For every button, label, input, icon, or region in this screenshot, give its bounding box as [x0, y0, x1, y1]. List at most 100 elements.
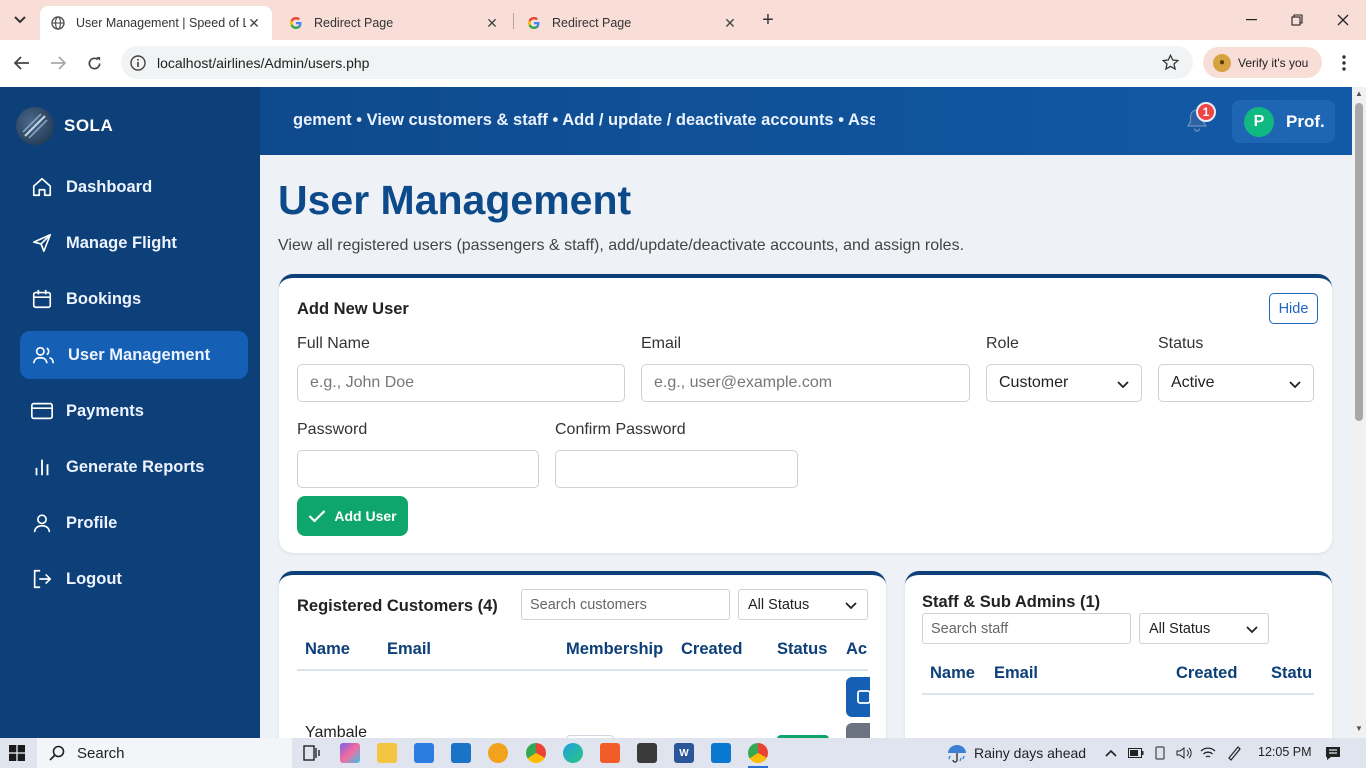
tab-redirect-page-2[interactable]: Redirect Page ✕	[516, 6, 748, 40]
sidebar-item-dashboard[interactable]: Dashboard	[20, 163, 248, 211]
staff-search-input[interactable]: Search staff	[922, 613, 1131, 644]
forward-arrow-icon[interactable]	[46, 51, 70, 75]
customer-status-filter-value: All Status	[748, 596, 810, 613]
add-user-button[interactable]: Add User	[297, 496, 408, 536]
status-select-value: Active	[1171, 374, 1215, 391]
globe-icon	[50, 15, 66, 31]
battery-icon[interactable]	[1128, 745, 1144, 761]
column-header-email[interactable]: Email	[994, 664, 1038, 683]
scroll-up-arrow-icon[interactable]: ▲	[1355, 90, 1363, 98]
status-select[interactable]: Active	[1158, 364, 1314, 402]
column-header-actions[interactable]: Ac	[846, 640, 867, 659]
password-input[interactable]	[297, 450, 539, 488]
page-scrollbar[interactable]: ▲ ▼	[1352, 87, 1366, 738]
staff-heading: Staff & Sub Admins (1)	[922, 593, 1101, 611]
edit-button[interactable]	[846, 677, 871, 717]
profile-menu-button[interactable]: P Prof.	[1232, 100, 1335, 143]
device-icon[interactable]	[1152, 745, 1168, 761]
customer-status-filter[interactable]: All Status	[738, 589, 868, 620]
pen-icon[interactable]	[1226, 745, 1242, 761]
wifi-icon[interactable]	[1200, 745, 1216, 761]
brand-name: SOLA	[64, 116, 114, 135]
user-icon	[30, 511, 54, 535]
weather-text: Rainy days ahead	[974, 745, 1087, 761]
browser-menu-icon[interactable]	[1334, 52, 1354, 74]
media-player-icon[interactable]	[488, 743, 508, 763]
column-header-status[interactable]: Status	[777, 640, 827, 659]
xampp-icon[interactable]	[600, 743, 620, 763]
notification-center-icon[interactable]	[1324, 744, 1342, 762]
column-header-name[interactable]: Name	[305, 640, 350, 659]
secondary-action-button[interactable]	[846, 723, 870, 738]
taskbar-clock[interactable]: 12:05 PM	[1258, 745, 1312, 759]
brand[interactable]: SOLA	[16, 107, 113, 145]
sidebar-item-label: Logout	[66, 569, 122, 588]
chevron-up-icon[interactable]	[1103, 745, 1119, 761]
tab-close-icon[interactable]: ✕	[246, 15, 262, 31]
full-name-label: Full Name	[297, 335, 370, 352]
umbrella-rain-icon	[946, 743, 968, 763]
scrollbar-thumb[interactable]	[1355, 103, 1363, 421]
email-input[interactable]: e.g., user@example.com	[641, 364, 970, 402]
chrome-active-icon[interactable]	[748, 743, 768, 763]
vscode-icon[interactable]	[711, 743, 731, 763]
column-header-email[interactable]: Email	[387, 640, 431, 659]
tab-title: Redirect Page	[314, 16, 394, 30]
column-header-name[interactable]: Name	[930, 664, 975, 683]
task-view-icon[interactable]	[302, 743, 322, 763]
role-select[interactable]: Customer	[986, 364, 1142, 402]
sidebar-item-manage-flight[interactable]: Manage Flight	[20, 219, 248, 267]
column-header-status[interactable]: Statu	[1271, 664, 1312, 683]
app-icon[interactable]	[637, 743, 657, 763]
edge-icon[interactable]	[563, 743, 583, 763]
hide-button[interactable]: Hide	[1269, 293, 1318, 324]
paper-plane-icon	[30, 231, 54, 255]
speaker-icon[interactable]	[1176, 745, 1192, 761]
tab-close-icon[interactable]: ✕	[722, 15, 738, 31]
edit-icon	[857, 690, 871, 704]
taskbar-search[interactable]: Search	[37, 738, 292, 768]
sidebar-item-profile[interactable]: Profile	[20, 499, 248, 547]
full-name-input[interactable]: e.g., John Doe	[297, 364, 625, 402]
staff-status-filter[interactable]: All Status	[1139, 613, 1269, 644]
copilot-icon[interactable]	[340, 743, 360, 763]
tab-close-icon[interactable]: ✕	[484, 15, 500, 31]
home-icon	[30, 175, 54, 199]
sidebar-item-bookings[interactable]: Bookings	[20, 275, 248, 323]
site-info-icon[interactable]	[129, 54, 147, 72]
email-label: Email	[641, 335, 682, 352]
mail-icon[interactable]	[451, 743, 471, 763]
sidebar-item-logout[interactable]: Logout	[20, 555, 248, 603]
page-subtitle: View all registered users (passengers & …	[278, 237, 965, 254]
verify-identity-chip[interactable]: ● Verify it's you	[1203, 47, 1322, 78]
chrome-icon[interactable]	[526, 743, 546, 763]
sidebar-item-user-management[interactable]: User Management	[20, 331, 248, 379]
column-header-created[interactable]: Created	[1176, 664, 1237, 683]
tab-user-management[interactable]: User Management | Speed of Li ✕	[40, 6, 272, 40]
windows-start-icon[interactable]	[6, 744, 28, 762]
sidebar-item-generate-reports[interactable]: Generate Reports	[20, 443, 248, 491]
column-header-membership[interactable]: Membership	[566, 640, 663, 659]
table-header-divider	[297, 669, 868, 671]
reload-icon[interactable]	[82, 51, 106, 75]
customer-search-input[interactable]: Search customers	[521, 589, 730, 620]
sidebar-item-payments[interactable]: Payments	[20, 387, 248, 435]
bookmark-star-icon[interactable]	[1161, 53, 1180, 76]
restore-icon[interactable]	[1274, 0, 1320, 40]
minimize-icon[interactable]	[1228, 0, 1274, 40]
column-header-created[interactable]: Created	[681, 640, 742, 659]
file-explorer-icon[interactable]	[377, 743, 397, 763]
window-close-icon[interactable]	[1320, 0, 1366, 40]
feature-marquee: gement • View customers & staff • Add / …	[293, 111, 875, 129]
staff-status-filter-value: All Status	[1149, 620, 1211, 637]
microsoft-store-icon[interactable]	[414, 743, 434, 763]
weather-widget[interactable]: Rainy days ahead	[946, 743, 1086, 763]
word-icon[interactable]: W	[674, 743, 694, 763]
new-tab-plus-icon[interactable]: +	[758, 9, 778, 31]
back-arrow-icon[interactable]	[10, 51, 34, 75]
tab-search-chevron-icon[interactable]	[8, 9, 32, 31]
scroll-down-arrow-icon[interactable]: ▼	[1355, 725, 1363, 733]
address-bar[interactable]: localhost/airlines/Admin/users.php	[121, 46, 1193, 79]
confirm-password-input[interactable]	[555, 450, 798, 488]
tab-redirect-page-1[interactable]: Redirect Page ✕	[278, 6, 510, 40]
